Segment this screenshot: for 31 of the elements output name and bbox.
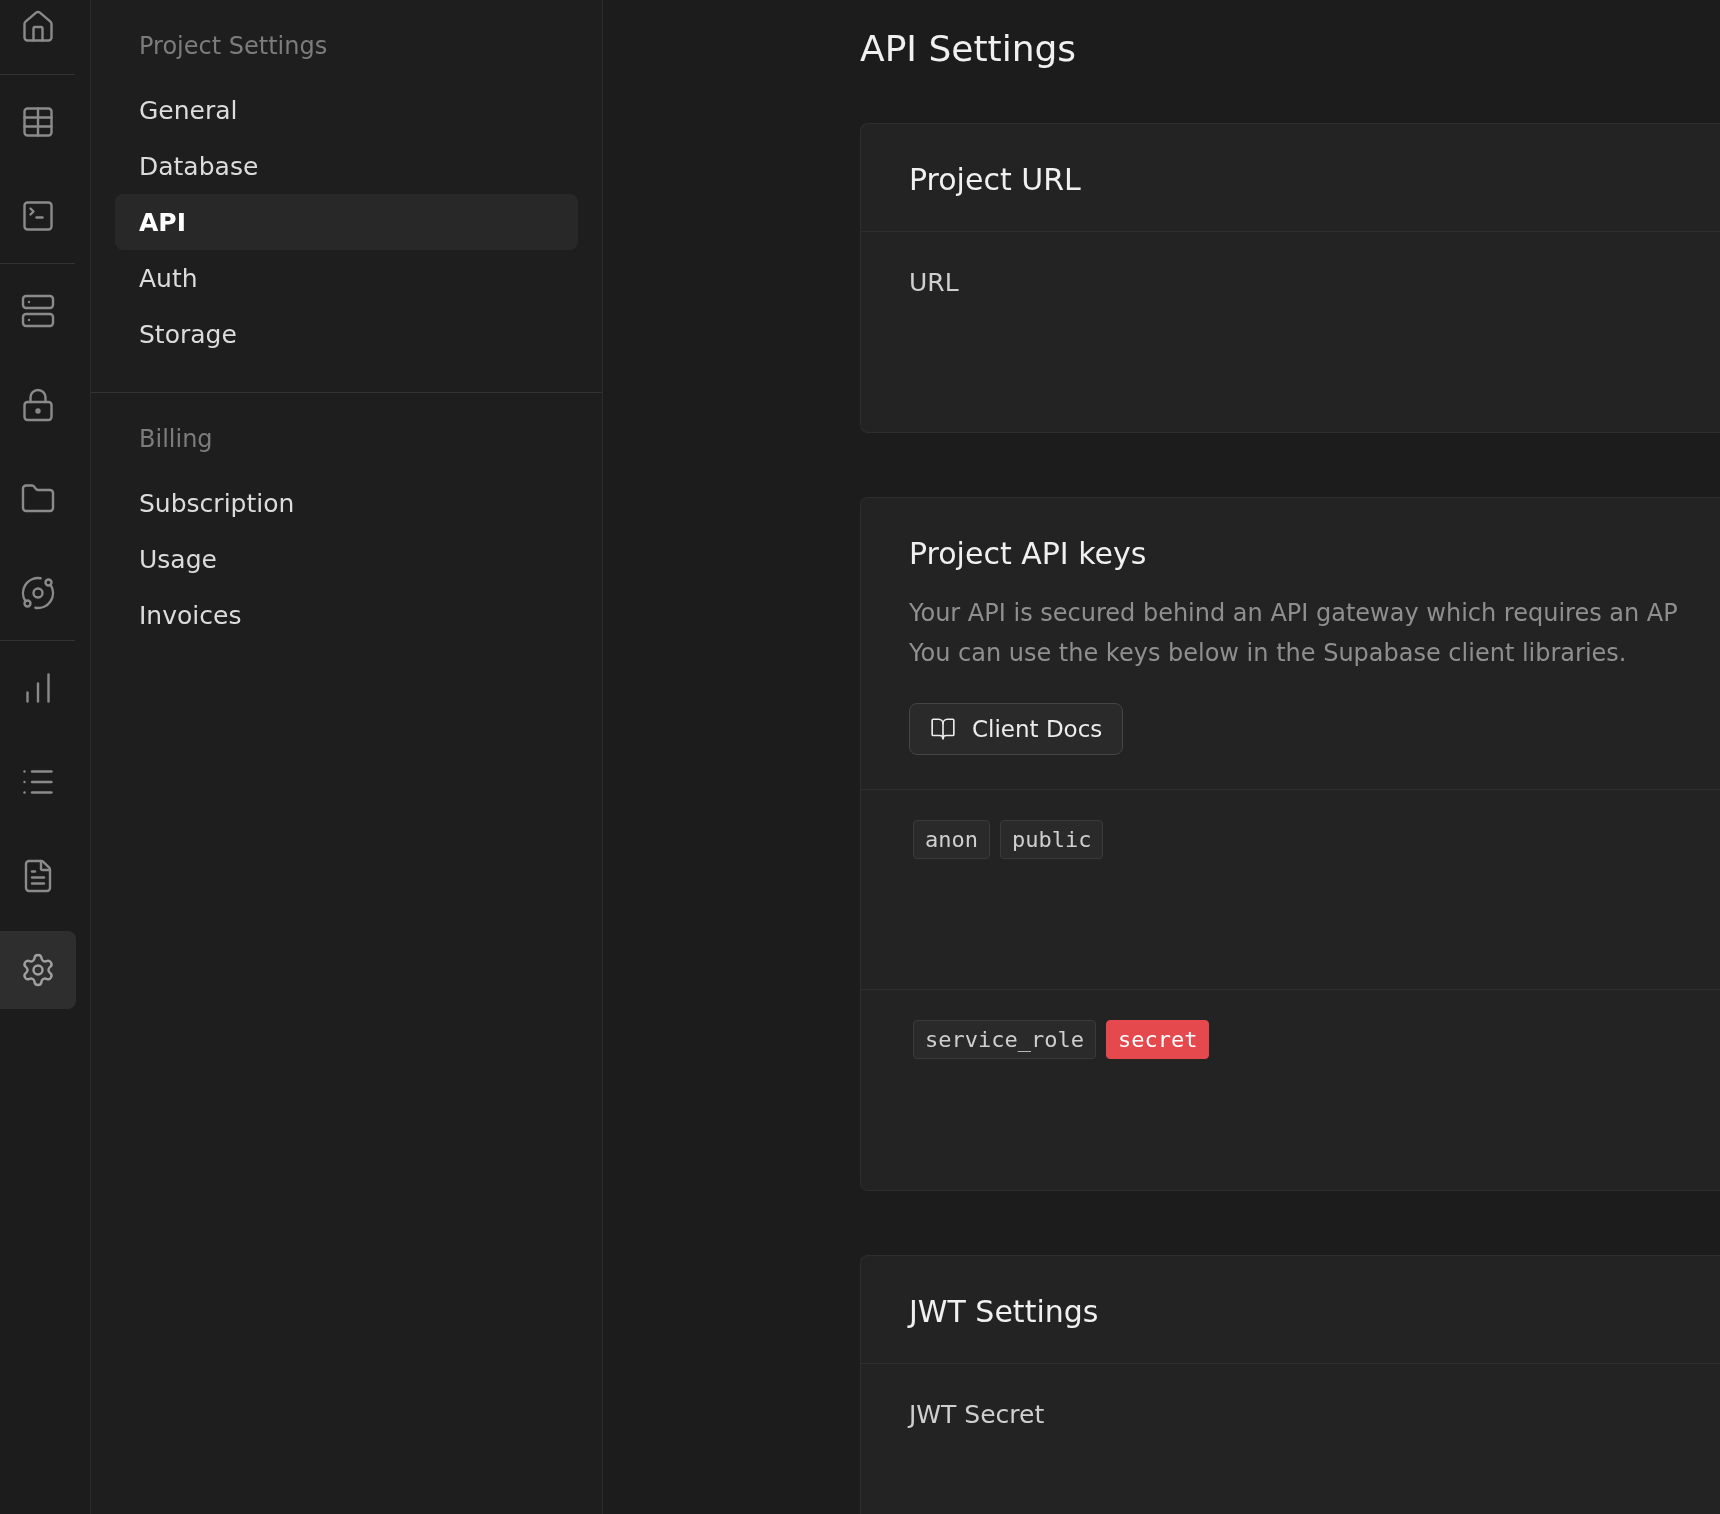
sidebar-item[interactable]: Storage bbox=[115, 306, 578, 362]
sidebar-item[interactable]: Auth bbox=[115, 250, 578, 306]
card-title: Project API keys bbox=[909, 536, 1148, 571]
key-tag: public bbox=[1000, 820, 1104, 859]
book-icon bbox=[930, 716, 956, 742]
rail-button[interactable] bbox=[0, 931, 76, 1009]
card-title: JWT Settings bbox=[909, 1294, 1100, 1329]
orbit-icon bbox=[20, 575, 56, 611]
sidebar-item[interactable]: General bbox=[115, 82, 578, 138]
key-tag: secret bbox=[1105, 1020, 1210, 1059]
database-icon bbox=[20, 293, 56, 329]
page-title: API Settings bbox=[860, 28, 1078, 69]
field-label: JWT Secret bbox=[909, 1400, 1046, 1429]
field-label: URL bbox=[909, 268, 960, 297]
settings-icon bbox=[20, 952, 56, 988]
section-title: Project Settings bbox=[138, 32, 329, 60]
card-description: Your API is secured behind an API gateway which requires an AP You can use the keys below in the Supabase client libraries. bbox=[909, 598, 1678, 669]
section-title: Billing bbox=[138, 425, 214, 453]
sidebar-item[interactable]: Database bbox=[115, 138, 578, 194]
sidebar-item[interactable]: API bbox=[115, 194, 578, 250]
table-icon bbox=[20, 104, 56, 140]
sidebar-item[interactable]: Usage bbox=[115, 531, 578, 587]
sidebar-item[interactable]: Invoices bbox=[115, 587, 578, 643]
key-tag: service_role bbox=[913, 1020, 1096, 1059]
terminal-icon bbox=[20, 198, 56, 234]
client-docs-button[interactable]: Client Docs bbox=[909, 703, 1124, 755]
card-title: Project URL bbox=[909, 162, 1082, 197]
home-icon bbox=[20, 9, 56, 45]
sidebar-item[interactable]: Subscription bbox=[115, 475, 578, 531]
lock-icon bbox=[20, 387, 56, 423]
key-tag: anon bbox=[913, 820, 990, 859]
